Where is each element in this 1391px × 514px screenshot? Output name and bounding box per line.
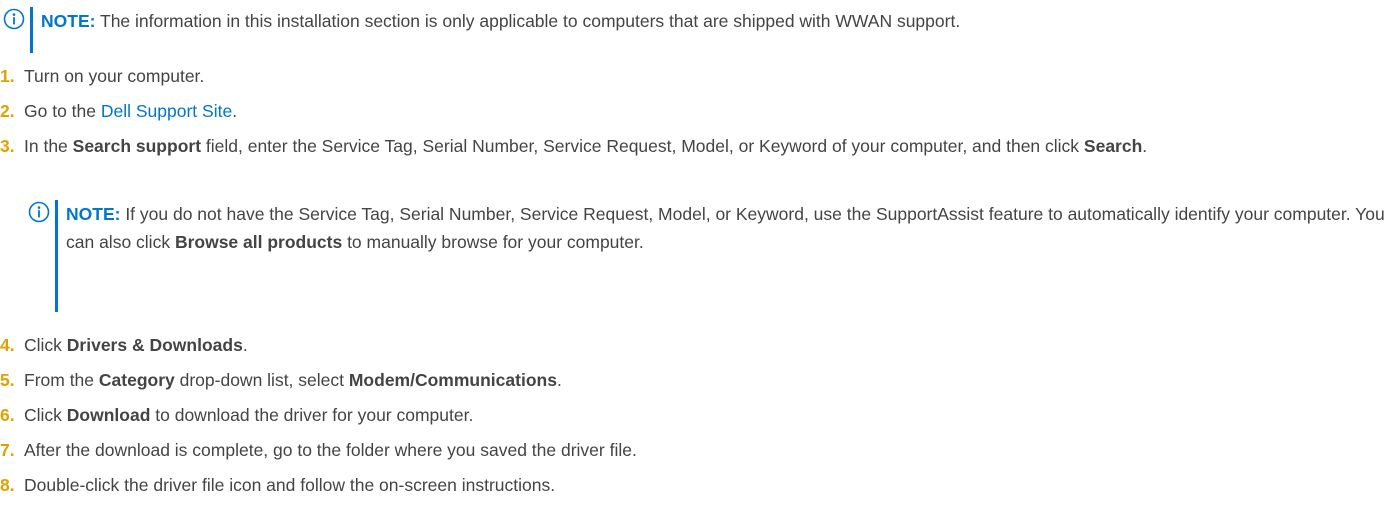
step-text-post: to download the driver for your computer… bbox=[150, 405, 474, 425]
download-label: Download bbox=[66, 405, 151, 425]
dell-support-site-link[interactable]: Dell Support Site bbox=[101, 101, 232, 121]
info-icon bbox=[3, 8, 25, 30]
step-text: In the Search support field, enter the S… bbox=[24, 132, 1391, 160]
note-label: NOTE: bbox=[66, 204, 121, 224]
step-text: Turn on your computer. bbox=[24, 66, 205, 86]
search-support-label: Search support bbox=[72, 136, 202, 156]
search-label: Search bbox=[1083, 136, 1143, 156]
category-label: Category bbox=[98, 370, 175, 390]
drivers-downloads-label: Drivers & Downloads bbox=[66, 335, 243, 355]
step-6: 6. Click Download to download the driver… bbox=[0, 401, 1391, 429]
note-bar bbox=[55, 200, 58, 312]
step-8: 8. Double-click the driver file icon and… bbox=[0, 471, 1391, 499]
step-text-post: . bbox=[242, 335, 248, 355]
step-text: Go to the Dell Support Site. bbox=[24, 97, 1391, 125]
step-1: 1. Turn on your computer. bbox=[0, 62, 1391, 90]
step-text-post: . bbox=[232, 101, 238, 121]
note-wwan: NOTE: The information in this installati… bbox=[3, 7, 1388, 53]
step-number: 5. bbox=[0, 370, 15, 390]
step-number: 4. bbox=[0, 335, 15, 355]
browse-all-products-label: Browse all products bbox=[174, 232, 343, 252]
note-label: NOTE: bbox=[41, 11, 96, 31]
step-number: 1. bbox=[0, 66, 15, 86]
step-text-mid: field, enter the Service Tag, Serial Num… bbox=[201, 136, 1084, 156]
note-service-tag: NOTE: If you do not have the Service Tag… bbox=[28, 200, 1388, 312]
note-text: NOTE: If you do not have the Service Tag… bbox=[66, 200, 1388, 256]
step-text-pre: In the bbox=[24, 136, 73, 156]
note-bar bbox=[30, 7, 33, 53]
step-text: After the download is complete, go to th… bbox=[24, 440, 637, 460]
step-text-pre: Go to the bbox=[24, 101, 101, 121]
step-number: 7. bbox=[0, 440, 15, 460]
step-text-post: . bbox=[1142, 136, 1148, 156]
info-icon bbox=[28, 201, 50, 223]
step-5: 5. From the Category drop-down list, sel… bbox=[0, 366, 1391, 394]
step-text-post: . bbox=[556, 370, 562, 390]
step-2: 2. Go to the Dell Support Site. bbox=[0, 97, 1391, 125]
step-number: 2. bbox=[0, 101, 15, 121]
step-text-pre: Click bbox=[24, 335, 67, 355]
modem-communications-label: Modem/Communications bbox=[348, 370, 557, 390]
step-3: 3. In the Search support field, enter th… bbox=[0, 132, 1391, 160]
step-text-mid: drop-down list, select bbox=[174, 370, 349, 390]
step-text: From the Category drop-down list, select… bbox=[24, 366, 1391, 394]
note-text: NOTE: The information in this installati… bbox=[41, 7, 960, 35]
step-number: 8. bbox=[0, 475, 15, 495]
note-body-post: to manually browse for your computer. bbox=[342, 232, 644, 252]
step-text: Click Download to download the driver fo… bbox=[24, 401, 1391, 429]
step-text-pre: Click bbox=[24, 405, 67, 425]
step-4: 4. Click Drivers & Downloads. bbox=[0, 331, 1391, 359]
step-text: Click Drivers & Downloads. bbox=[24, 331, 1391, 359]
step-number: 3. bbox=[0, 136, 15, 156]
step-text-pre: From the bbox=[24, 370, 99, 390]
note-body: The information in this installation sec… bbox=[95, 11, 961, 31]
step-text: Double-click the driver file icon and fo… bbox=[24, 475, 556, 495]
step-number: 6. bbox=[0, 405, 15, 425]
step-7: 7. After the download is complete, go to… bbox=[0, 436, 1391, 464]
